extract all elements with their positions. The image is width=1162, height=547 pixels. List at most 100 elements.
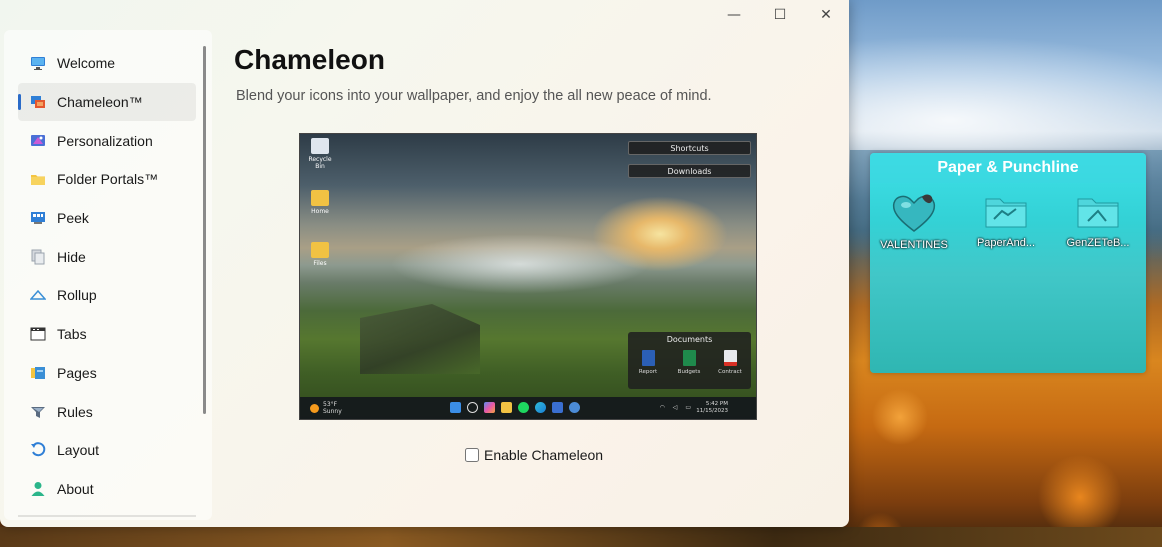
sidebar-item-hide[interactable]: Hide bbox=[18, 237, 196, 276]
sidebar-item-label: Peek bbox=[57, 210, 89, 227]
sun-icon bbox=[310, 403, 319, 413]
sidebar-item-label: Layout bbox=[57, 442, 100, 459]
windows-start-icon bbox=[450, 402, 461, 413]
recycle-bin-icon bbox=[311, 138, 329, 154]
fence-title[interactable]: Paper & Punchline bbox=[870, 153, 1146, 183]
sidebar-item-layout[interactable]: Layout bbox=[18, 431, 196, 470]
sidebar-item-rules[interactable]: Rules bbox=[18, 392, 196, 431]
excel-doc-icon bbox=[682, 350, 696, 366]
preview-system-tray: ◠ ◁ ▭ bbox=[659, 404, 694, 411]
fence-item-label: PaperAnd... bbox=[976, 237, 1036, 249]
fence-item-valentines[interactable]: VALENTINES bbox=[874, 193, 954, 251]
sidebar-item-folder-portals[interactable]: Folder Portals™ bbox=[18, 160, 196, 199]
file-explorer-icon bbox=[501, 402, 512, 413]
fence-item-genzeteb[interactable]: GenZETeB... bbox=[1058, 193, 1138, 249]
sidebar-item-label: Folder Portals™ bbox=[57, 171, 159, 188]
sidebar-item-personalization[interactable]: Personalization bbox=[18, 121, 196, 160]
wallpaper-bottom bbox=[0, 527, 1162, 547]
preview-temperature: 53°F bbox=[323, 401, 338, 408]
tabs-icon bbox=[30, 326, 46, 342]
spotify-icon bbox=[518, 402, 529, 413]
fence-item-label: VALENTINES bbox=[880, 239, 948, 251]
close-button[interactable]: ✕ bbox=[803, 0, 849, 30]
layout-icon bbox=[30, 442, 46, 458]
about-icon bbox=[30, 481, 46, 497]
sidebar-item-label: Rules bbox=[57, 403, 93, 420]
preview-docs-title: Documents bbox=[666, 335, 713, 344]
preview-clock: 5:42 PM 11/15/2023 bbox=[696, 401, 728, 415]
preview-doc-budgets: Budgets bbox=[674, 350, 704, 375]
preview-files: Files bbox=[308, 242, 332, 267]
heart-icon bbox=[892, 193, 936, 233]
sidebar-item-label: Tabs bbox=[57, 326, 87, 343]
desktop-fence[interactable]: Paper & Punchline VALENTINES PaperAnd... bbox=[870, 153, 1146, 373]
preview-icon-label: Home bbox=[311, 208, 329, 215]
sidebar-item-peek[interactable]: Peek bbox=[18, 199, 196, 238]
sidebar-scrollbar[interactable] bbox=[203, 46, 206, 414]
fence-item-paperand[interactable]: PaperAnd... bbox=[966, 193, 1046, 249]
preview-date: 11/15/2023 bbox=[696, 408, 728, 414]
chameleon-icon bbox=[30, 94, 46, 110]
preview-fence-documents: Documents Report Budgets Contract bbox=[628, 332, 751, 389]
sidebar-item-label: Personalization bbox=[57, 132, 153, 149]
sidebar-item-label: About bbox=[57, 480, 94, 497]
home-folder-icon bbox=[311, 190, 329, 206]
sidebar-nav: Welcome Chameleon™ Personalization Folde… bbox=[18, 44, 196, 508]
preview-home: Home bbox=[308, 190, 332, 215]
preview-fence-downloads: Downloads bbox=[628, 164, 751, 178]
preview-taskbar: 53°F Sunny ◠ ◁ ▭ 5:42 PM 11/15/2023 bbox=[300, 397, 756, 419]
preview-icon-label: Files bbox=[313, 260, 327, 267]
sidebar-item-label: Rollup bbox=[57, 287, 97, 304]
sidebar-item-tabs[interactable]: Tabs bbox=[18, 315, 196, 354]
peek-icon bbox=[30, 210, 46, 226]
rules-icon bbox=[30, 404, 46, 420]
preview-weather: 53°F Sunny bbox=[310, 401, 342, 415]
sidebar-item-about[interactable]: About bbox=[18, 470, 196, 509]
preview-doc-label: Report bbox=[638, 369, 658, 375]
preview-condition: Sunny bbox=[323, 408, 342, 415]
sidebar-item-label: Hide bbox=[57, 248, 86, 265]
edge-icon bbox=[535, 402, 546, 413]
folder-icon bbox=[1076, 193, 1120, 231]
chameleon-preview-image: Recycle Bin Home Files Shortcuts Downloa… bbox=[299, 133, 757, 420]
pdf-doc-icon bbox=[723, 350, 737, 366]
enable-chameleon-row[interactable]: Enable Chameleon bbox=[465, 447, 603, 463]
preview-time: 5:42 PM bbox=[705, 401, 728, 407]
page-subtitle: Blend your icons into your wallpaper, an… bbox=[236, 88, 712, 104]
search-icon bbox=[467, 402, 478, 413]
preview-cliff bbox=[360, 304, 480, 374]
enable-chameleon-label: Enable Chameleon bbox=[484, 447, 604, 463]
preview-icon-label: Recycle Bin bbox=[308, 156, 332, 170]
stardock-fences-window: — ☐ ✕ Welcome Chameleon™ Personalization bbox=[0, 0, 849, 527]
sidebar-item-label: Chameleon™ bbox=[57, 94, 143, 111]
fence-item-label: GenZETeB... bbox=[1066, 237, 1130, 249]
sidebar-divider bbox=[18, 515, 196, 517]
sidebar-item-pages[interactable]: Pages bbox=[18, 354, 196, 393]
personalization-icon bbox=[30, 133, 46, 149]
preview-cloud bbox=[390, 234, 650, 294]
sidebar-item-rollup[interactable]: Rollup bbox=[18, 276, 196, 315]
page-title: Chameleon bbox=[234, 44, 385, 75]
sidebar-item-label: Pages bbox=[57, 364, 97, 381]
preview-doc-contract: Contract bbox=[715, 350, 745, 375]
files-folder-icon bbox=[311, 242, 329, 258]
preview-doc-report: Report bbox=[633, 350, 663, 375]
copilot-icon bbox=[484, 402, 495, 413]
word-doc-icon bbox=[641, 350, 655, 366]
enable-chameleon-checkbox[interactable] bbox=[465, 448, 479, 462]
window-controls: — ☐ ✕ bbox=[711, 0, 849, 30]
pages-icon bbox=[30, 365, 46, 381]
maximize-button[interactable]: ☐ bbox=[757, 0, 803, 30]
folder-icon bbox=[30, 171, 46, 187]
preview-taskbar-apps bbox=[450, 402, 580, 413]
preview-doc-label: Contract bbox=[718, 369, 742, 375]
preview-doc-label: Budgets bbox=[677, 369, 701, 375]
preview-recycle-bin: Recycle Bin bbox=[308, 138, 332, 170]
minimize-button[interactable]: — bbox=[711, 0, 757, 30]
store-icon bbox=[552, 402, 563, 413]
sidebar-item-welcome[interactable]: Welcome bbox=[18, 44, 196, 83]
folder-icon bbox=[984, 193, 1028, 231]
rollup-icon bbox=[29, 287, 47, 303]
sidebar-item-label: Welcome bbox=[57, 55, 116, 72]
sidebar-item-chameleon[interactable]: Chameleon™ bbox=[18, 82, 196, 122]
